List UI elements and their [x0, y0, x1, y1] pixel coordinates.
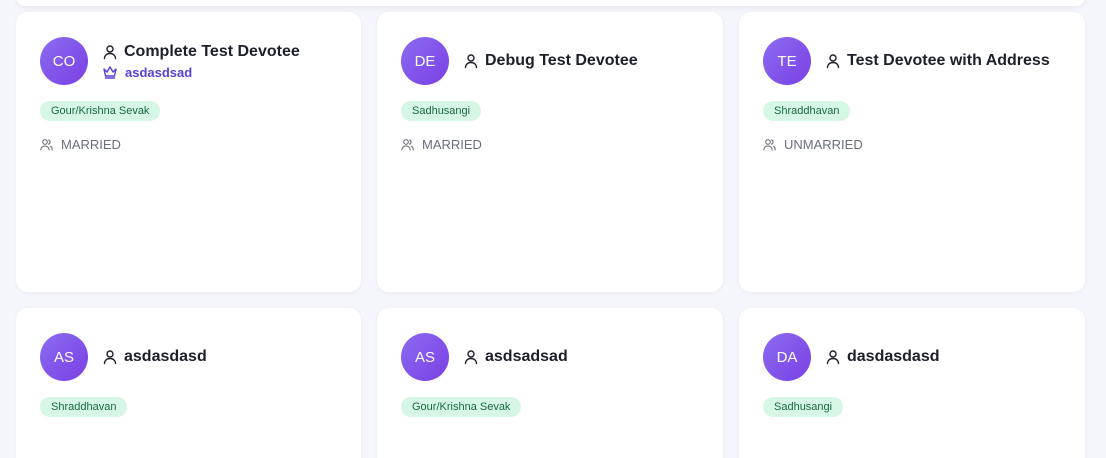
devotee-name: dasdasdasd	[847, 348, 940, 365]
devotee-card[interactable]: CO Complete Test Devotee asdasdsad Gour/…	[16, 12, 361, 292]
devotee-list-page: CO Complete Test Devotee asdasdsad Gour/…	[0, 0, 1106, 458]
devotee-name: Complete Test Devotee	[124, 42, 300, 60]
card-header: DA dasdasdasd	[763, 333, 1061, 381]
marital-status-row: UNMARRIED	[763, 137, 1061, 152]
avatar: TE	[763, 37, 811, 85]
devotee-card[interactable]: AS asdsadsad Gour/Krishna Sevak	[377, 308, 723, 458]
avatar: AS	[40, 333, 88, 381]
marital-status-row: MARRIED	[40, 137, 337, 152]
devotee-name: Debug Test Devotee	[485, 52, 638, 69]
name-row: Complete Test Devotee	[102, 43, 300, 61]
top-panel	[16, 0, 1085, 6]
name-row: Debug Test Devotee	[463, 52, 638, 70]
user-icon	[464, 54, 478, 69]
category-badge: Shraddhavan	[40, 397, 128, 417]
devotee-card-grid: CO Complete Test Devotee asdasdsad Gour/…	[16, 12, 1085, 458]
card-info: asdsadsad	[463, 348, 568, 366]
users-icon	[763, 139, 776, 151]
card-info: Complete Test Devotee asdasdsad	[102, 43, 300, 80]
category-badge: Sadhusangi	[401, 101, 482, 121]
devotee-name: asdasdasd	[124, 348, 207, 365]
category-badge: Shraddhavan	[763, 101, 851, 121]
avatar: AS	[401, 333, 449, 381]
avatar: DA	[763, 333, 811, 381]
card-info: dasdasdasd	[825, 348, 939, 366]
devotee-name: asdsadsad	[485, 348, 568, 365]
marital-status: UNMARRIED	[784, 137, 863, 152]
card-header: TE Test Devotee with Address	[763, 37, 1061, 85]
user-icon	[103, 350, 117, 365]
leader-name[interactable]: asdasdsad	[125, 65, 192, 80]
devotee-card[interactable]: TE Test Devotee with Address Shraddhavan	[739, 12, 1085, 292]
crown-icon	[103, 66, 117, 79]
name-row: asdasdasd	[102, 348, 207, 366]
avatar: DE	[401, 37, 449, 85]
name-row: asdsadsad	[463, 348, 568, 366]
user-icon	[464, 350, 478, 365]
user-icon	[826, 350, 840, 365]
card-header: AS asdasdasd	[40, 333, 337, 381]
marital-status: MARRIED	[61, 137, 121, 152]
category-badge: Sadhusangi	[763, 397, 844, 417]
user-icon	[103, 44, 117, 59]
avatar: CO	[40, 37, 88, 85]
name-row: Test Devotee with Address	[825, 52, 1050, 70]
devotee-card[interactable]: DE Debug Test Devotee Sadhusangi MARRIED	[377, 12, 723, 292]
devotee-card[interactable]: DA dasdasdasd Sadhusangi	[739, 308, 1085, 458]
users-icon	[40, 139, 53, 151]
category-badge: Gour/Krishna Sevak	[401, 397, 522, 417]
devotee-name: Test Devotee with Address	[847, 52, 1050, 69]
card-info: Debug Test Devotee	[463, 52, 638, 70]
category-badge: Gour/Krishna Sevak	[40, 101, 161, 121]
marital-status-row: MARRIED	[401, 137, 699, 152]
users-icon	[401, 139, 414, 151]
card-header: DE Debug Test Devotee	[401, 37, 699, 85]
marital-status: MARRIED	[422, 137, 482, 152]
leader-row: asdasdsad	[102, 65, 300, 80]
card-info: Test Devotee with Address	[825, 52, 1050, 70]
name-row: dasdasdasd	[825, 348, 939, 366]
user-icon	[826, 54, 840, 69]
card-header: CO Complete Test Devotee asdasdsad	[40, 37, 337, 85]
card-info: asdasdasd	[102, 348, 207, 366]
devotee-card[interactable]: AS asdasdasd Shraddhavan	[16, 308, 361, 458]
card-header: AS asdsadsad	[401, 333, 699, 381]
